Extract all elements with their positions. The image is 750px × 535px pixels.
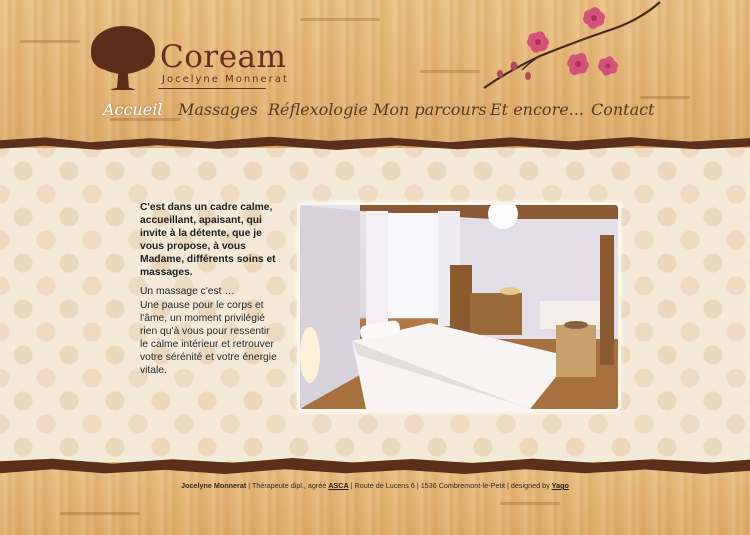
footer: Jocelyne Monnerat | Thérapeute dipl., ag… — [0, 481, 750, 490]
intro-text: C'est dans un cadre calme, accueillant, … — [140, 202, 276, 278]
footer-address: Route de Lucens 6 | 1536 Combremont-le-P… — [354, 481, 550, 490]
nav-item-et-encore[interactable]: Et encore... — [490, 100, 584, 119]
tree-logo-icon — [91, 26, 155, 90]
orchid-branch-icon — [483, 1, 661, 89]
footer-wood-background — [0, 462, 750, 535]
designer-link[interactable]: Yago — [552, 481, 569, 490]
nav-item-massages[interactable]: Massages — [178, 100, 258, 119]
asca-link[interactable]: ASCA — [328, 481, 348, 490]
footer-name: Jocelyne Monnerat — [181, 481, 247, 490]
nav-item-mon-parcours[interactable]: Mon parcours — [373, 100, 487, 119]
massage-room-photo — [300, 205, 618, 409]
footer-role: Thérapeute dipl., agréé — [251, 481, 327, 490]
nav-item-accueil[interactable]: Accueil — [103, 100, 162, 119]
nav-item-reflexologie[interactable]: Réflexologie — [268, 100, 368, 119]
massage-heading: Un massage c'est … — [140, 286, 235, 297]
logo-subtitle: Jocelyne Monnerat — [162, 74, 289, 85]
logo-title: Coream — [160, 39, 287, 75]
nav-item-contact[interactable]: Contact — [591, 100, 655, 119]
main-navigation: Accueil Massages Réflexologie Mon parcou… — [0, 100, 750, 124]
logo-underline — [158, 88, 266, 89]
massage-room-illustration — [300, 205, 618, 409]
massage-description: Une pause pour le corps et l'âme, un mom… — [140, 300, 277, 376]
